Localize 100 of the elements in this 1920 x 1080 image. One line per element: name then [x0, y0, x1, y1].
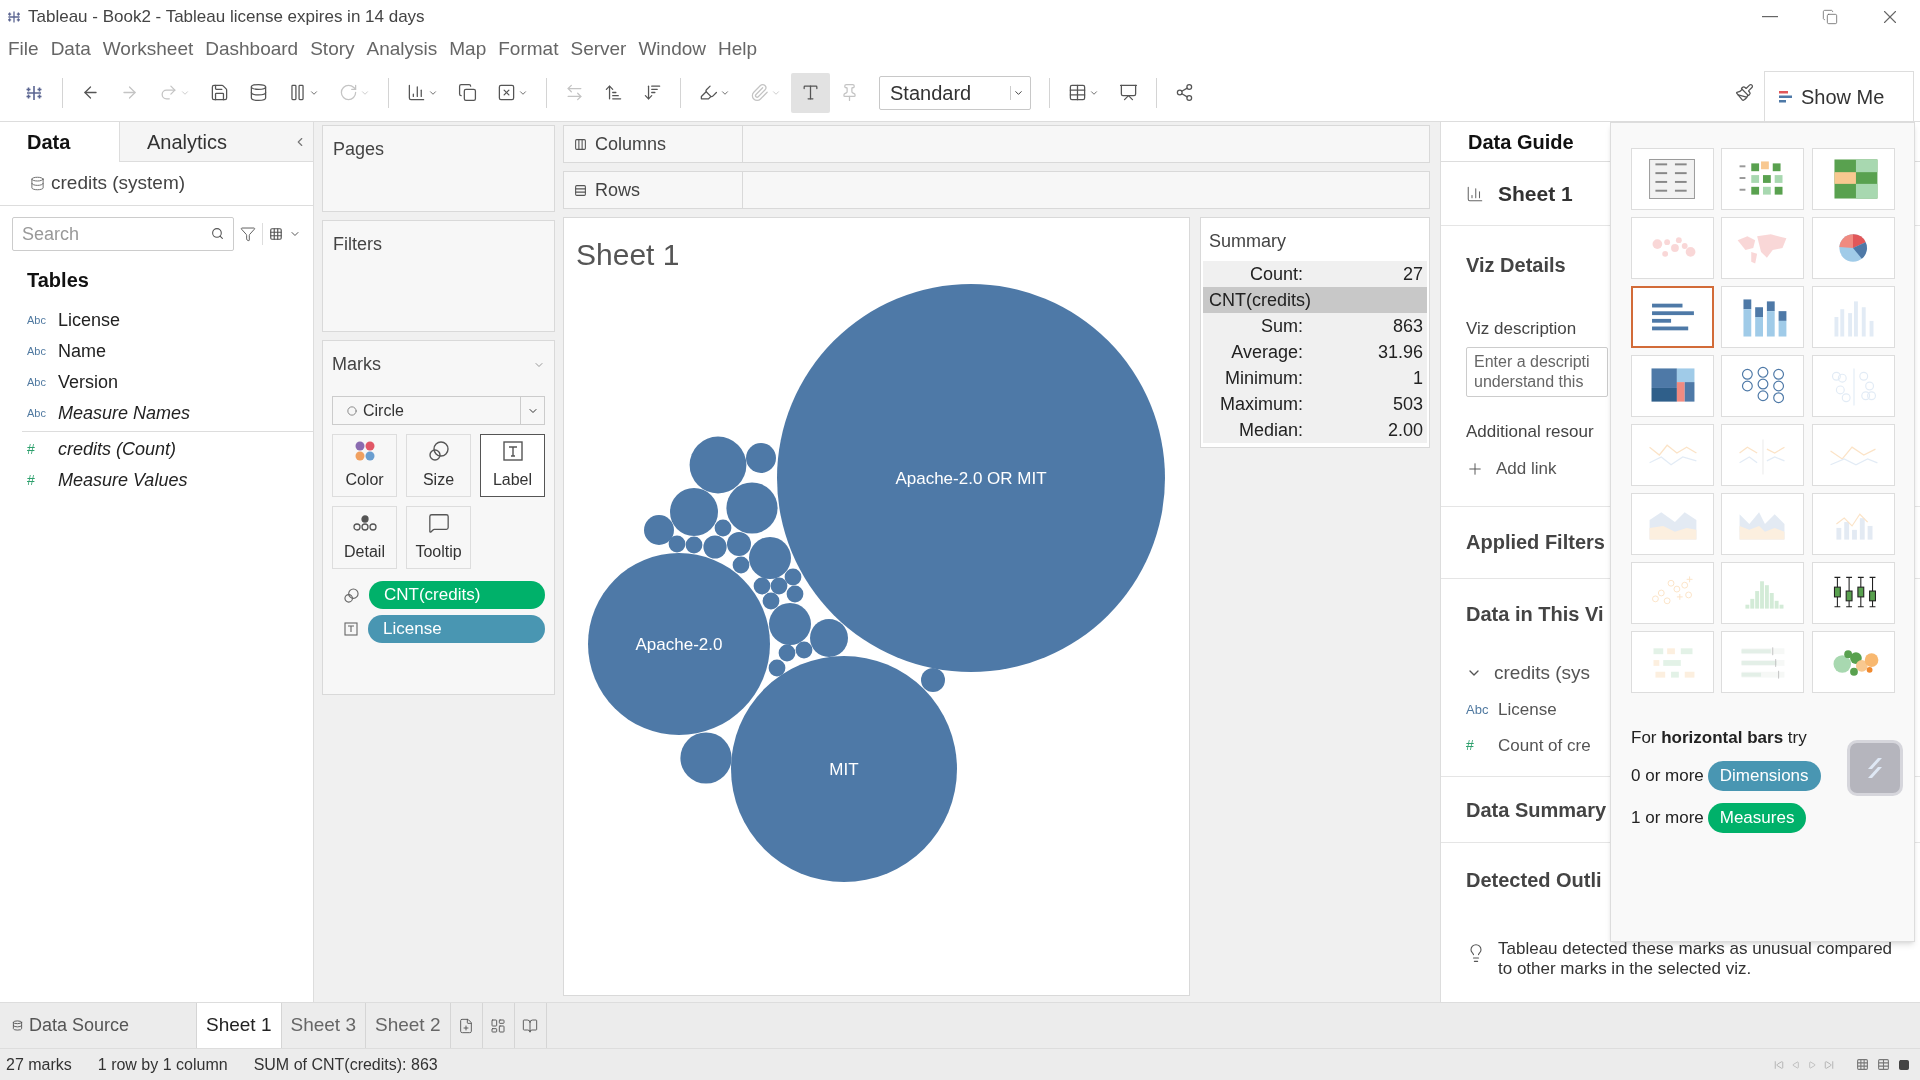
- field-type-pill: Measures: [1707, 802, 1807, 833]
- field-name[interactable]: Measure Values: [58, 467, 188, 494]
- field-name[interactable]: Version: [58, 369, 119, 396]
- bubble-label: MIT: [829, 760, 859, 779]
- summary-stat-label: Count:: [1248, 262, 1303, 286]
- filter-icon[interactable]: [240, 226, 257, 242]
- shelf-label: Rows: [595, 178, 640, 202]
- treemap-chart-option[interactable]: [1631, 355, 1714, 417]
- view-options-icon[interactable]: [269, 227, 284, 241]
- summary-title: Summary: [1208, 230, 1287, 253]
- last-page-icon[interactable]: [1824, 1059, 1834, 1070]
- menu-item[interactable]: File: [2, 34, 45, 64]
- packed-bubbles-chart-option[interactable]: [1811, 631, 1895, 693]
- pie-chart-option[interactable]: [1811, 217, 1895, 279]
- menu-item[interactable]: Server: [564, 34, 633, 64]
- menu-item[interactable]: Window: [632, 34, 712, 64]
- bars-icon: [1779, 89, 1793, 104]
- marks-property-button[interactable]: Tooltip: [406, 506, 471, 569]
- window-title: Tableau - Book2 - Tableau license expires in 14 days: [28, 6, 425, 29]
- add-link-button[interactable]: Add link: [1466, 456, 1557, 482]
- search-field[interactable]: Search: [12, 217, 235, 251]
- summary-stat-label: Minimum:: [1224, 366, 1303, 390]
- field-name[interactable]: credits (Count): [58, 436, 177, 463]
- menu-item[interactable]: Story: [304, 34, 361, 64]
- mark-type-dropdown[interactable]: Circle: [332, 396, 545, 425]
- marks-property-button[interactable]: Size: [406, 434, 471, 497]
- data-source-tab[interactable]: Data Source: [0, 1003, 196, 1048]
- highlight-table-chart-option[interactable]: [1811, 148, 1895, 210]
- fit-dropdown[interactable]: Standard: [879, 75, 1031, 110]
- sheet-tab[interactable]: Sheet 1: [196, 1003, 282, 1048]
- database-icon: [12, 1020, 23, 1031]
- paintbrush-icon: [1735, 83, 1754, 102]
- data-source-icon: [30, 176, 45, 191]
- menu-item[interactable]: Data: [44, 34, 97, 64]
- summary-stat-value: 863: [1391, 314, 1424, 338]
- show-me-button[interactable]: Show Me: [1764, 71, 1914, 121]
- data-source-name: credits (system): [51, 171, 186, 196]
- circle-views-chart-option[interactable]: [1721, 355, 1805, 417]
- worksheet-icon: [1466, 184, 1484, 203]
- add-worksheet-icon: [458, 1017, 474, 1034]
- menu-item[interactable]: Worksheet: [96, 34, 200, 64]
- show-labels-button[interactable]: [791, 72, 830, 113]
- measure-type-label: #: [1466, 735, 1475, 755]
- field-name: License: [1498, 699, 1557, 721]
- requirement-text: 0 or more: [1631, 764, 1704, 787]
- measure-type-label: #: [27, 440, 36, 459]
- menu-item[interactable]: Map: [443, 34, 493, 64]
- floating-action-button[interactable]: [1847, 740, 1903, 796]
- summary-stat-label: Sum:: [1260, 314, 1303, 338]
- sheet-name: Sheet 1: [1498, 180, 1573, 207]
- section-heading: Data in This Vi: [1466, 601, 1605, 627]
- menu-item[interactable]: Format: [492, 34, 565, 64]
- summary-stat-value: 2.00: [1386, 418, 1424, 442]
- string-type-label: Abc: [27, 406, 47, 422]
- tableau-logo-icon: [6, 9, 22, 25]
- heat-map-chart-option[interactable]: [1721, 148, 1805, 210]
- outliers-description: Tableau detected these marks as unusual compared to other marks in the selected viz.: [1498, 939, 1894, 979]
- marks-property-button[interactable]: Label: [480, 434, 545, 497]
- field-label: Viz description: [1466, 318, 1578, 340]
- data-guide-title: Data Guide: [1468, 129, 1574, 155]
- menu-item[interactable]: Analysis: [360, 34, 444, 64]
- status-text: SUM of CNT(credits): 863: [252, 1054, 439, 1075]
- first-page-icon[interactable]: [1774, 1059, 1784, 1070]
- grid-view-icon[interactable]: [1856, 1058, 1869, 1071]
- section-heading: Data Summary: [1466, 797, 1607, 823]
- horizontal-bars-chart-option[interactable]: [1631, 286, 1714, 348]
- pane-tab[interactable]: Data: [0, 122, 119, 162]
- field-type-pill: Dimensions: [1707, 760, 1821, 791]
- marks-property-button[interactable]: Color: [332, 434, 397, 497]
- search-icon: [211, 227, 225, 240]
- field-name[interactable]: License: [58, 307, 121, 334]
- list-view-icon[interactable]: [1877, 1058, 1890, 1071]
- filters-card-title: Filters: [333, 234, 382, 254]
- bubble-label: Apache-2.0 OR MIT: [895, 469, 1047, 488]
- stacked-bars-chart-option[interactable]: [1721, 286, 1805, 348]
- columns-icon: [574, 137, 587, 151]
- marks-property-button[interactable]: Detail: [332, 506, 397, 569]
- description-field[interactable]: Enter a descripti understand this: [1466, 346, 1608, 397]
- text-table-chart-option[interactable]: [1631, 148, 1714, 210]
- circle-icon: [347, 405, 357, 416]
- string-type-label: Abc: [27, 375, 47, 391]
- summary-stat-value: 27: [1401, 262, 1424, 286]
- show-me-hint: For horizontal bars try: [1631, 727, 1808, 749]
- marks-card-title: Marks: [332, 353, 381, 376]
- box-plot-chart-option[interactable]: [1811, 562, 1895, 624]
- status-text: 1 row by 1 column: [96, 1054, 229, 1075]
- pane-tab[interactable]: Analytics: [119, 122, 259, 162]
- menu-item[interactable]: Dashboard: [199, 34, 305, 64]
- field-name: Count of cre: [1498, 734, 1591, 757]
- text-label-icon: [501, 439, 524, 462]
- minimize-icon: [1762, 16, 1778, 18]
- menu-item[interactable]: Help: [712, 34, 764, 64]
- field-name[interactable]: Measure Names: [58, 400, 191, 427]
- field-name[interactable]: Name: [58, 338, 106, 365]
- summary-stat-label: Average:: [1230, 340, 1303, 364]
- section-heading: Applied Filters: [1466, 530, 1605, 555]
- status-text: 27 marks: [5, 1054, 73, 1075]
- label-encoding-icon: [344, 622, 358, 636]
- restore-icon: [1822, 9, 1838, 25]
- filmstrip-view-icon[interactable]: [1898, 1058, 1910, 1071]
